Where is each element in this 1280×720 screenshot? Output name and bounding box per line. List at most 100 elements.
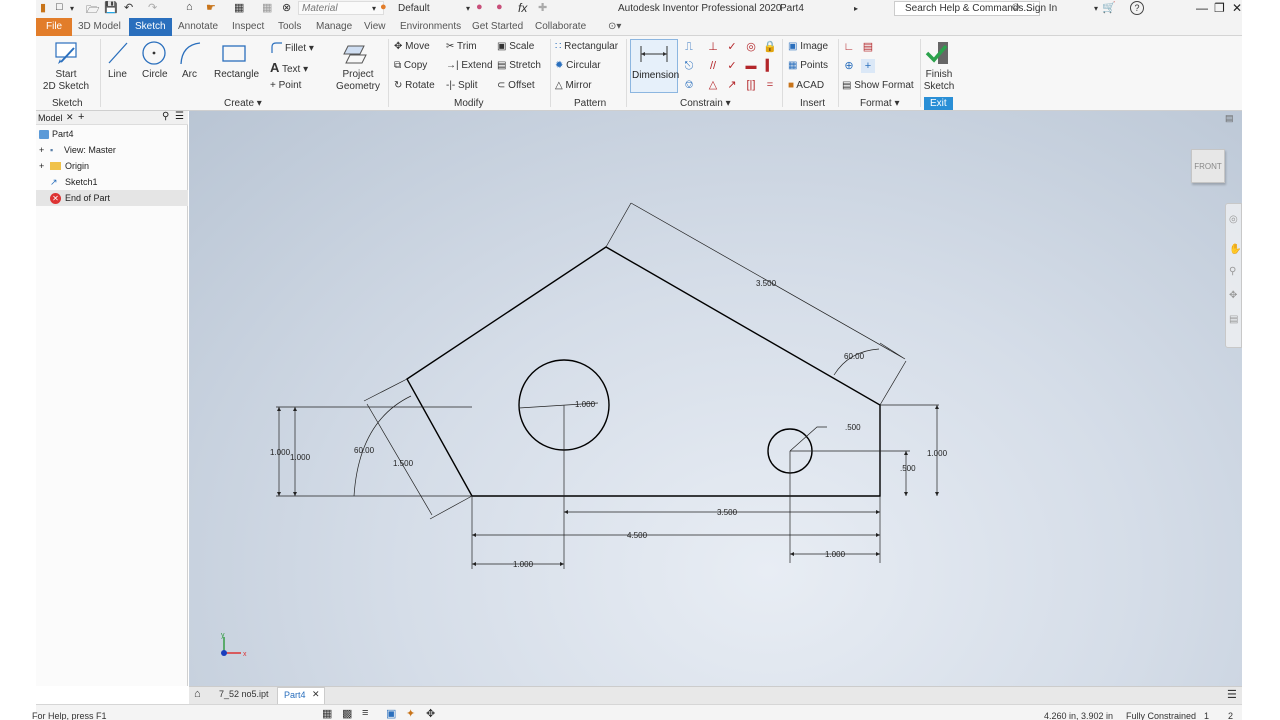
rectangle-button[interactable]: Rectangle bbox=[214, 69, 259, 80]
offset-button[interactable]: ⊂ Offset bbox=[497, 80, 535, 91]
redo-icon[interactable]: ↷ bbox=[148, 1, 157, 14]
start-2d-sketch-icon[interactable] bbox=[52, 40, 80, 66]
tab-menu-icon[interactable]: ☰ bbox=[1227, 688, 1237, 701]
centerline-icon[interactable]: ▤ bbox=[861, 40, 875, 54]
fillet-button[interactable]: Fillet ▾ bbox=[270, 41, 314, 54]
tab-file[interactable]: File bbox=[36, 18, 73, 36]
close-icon[interactable]: ✕ bbox=[1232, 1, 1242, 15]
start-2d-sketch-button[interactable]: 2D Sketch bbox=[40, 81, 92, 92]
parallel-icon[interactable]: // bbox=[706, 59, 720, 73]
help-icon[interactable]: ? bbox=[1130, 1, 1144, 15]
tab-manage[interactable]: Manage bbox=[316, 21, 352, 32]
tab-annotate[interactable]: Annotate bbox=[178, 21, 218, 32]
appearance-chevron-down-icon[interactable]: ▾ bbox=[466, 4, 470, 13]
symmetric-icon[interactable]: [|] bbox=[744, 78, 758, 92]
tab-get-started[interactable]: Get Started bbox=[472, 21, 523, 32]
update-icon[interactable]: ▦ bbox=[262, 1, 272, 14]
show-constraints-icon[interactable]: ⎋ bbox=[682, 59, 696, 73]
tab-collaborate[interactable]: Collaborate bbox=[535, 21, 586, 32]
finish-label[interactable]: Finish bbox=[920, 69, 958, 80]
trim-button[interactable]: ✂ Trim bbox=[446, 41, 477, 52]
doc-tab-part4[interactable]: Part4 bbox=[284, 690, 306, 700]
tab-tools[interactable]: Tools bbox=[278, 21, 301, 32]
material-icon[interactable]: ⊗ bbox=[282, 1, 291, 14]
create-group-label[interactable]: Create ▾ bbox=[224, 98, 262, 109]
text-button[interactable]: A Text ▾ bbox=[270, 60, 308, 75]
material-chevron-down-icon[interactable]: ▾ bbox=[372, 4, 376, 13]
graphics-window[interactable]: ▤ FRONT ◎ ✋ ⚲ ✥ ▤ 3.500 60.00 1.000 .500… bbox=[189, 111, 1242, 686]
constraint-settings-icon[interactable]: ⎊ bbox=[682, 78, 696, 92]
appearance-ball-icon[interactable]: ● bbox=[380, 1, 387, 13]
driven-dimension-icon[interactable]: + bbox=[861, 59, 875, 73]
move-button[interactable]: ✥ Move bbox=[394, 41, 430, 52]
home-icon[interactable]: ⌂ bbox=[186, 1, 193, 13]
tab-view[interactable]: View bbox=[364, 21, 386, 32]
auto-dimension-icon[interactable]: ⎍ bbox=[682, 40, 696, 54]
finish-sketch-icon[interactable] bbox=[924, 40, 952, 66]
tab-sketch[interactable]: Sketch bbox=[129, 18, 172, 36]
acad-button[interactable]: ■ ACAD bbox=[788, 80, 824, 91]
split-button[interactable]: -|- Split bbox=[446, 80, 478, 91]
appearance-dropdown[interactable]: Default bbox=[398, 3, 430, 14]
center-point-icon[interactable]: ⊕ bbox=[842, 59, 856, 73]
image-button[interactable]: ▣ Image bbox=[788, 41, 828, 52]
constrain-group-label[interactable]: Constrain ▾ bbox=[680, 98, 731, 109]
sketch-profile[interactable] bbox=[406, 246, 881, 497]
sign-in-link[interactable]: Sign In bbox=[1026, 3, 1057, 14]
sketch-options-icon[interactable]: ▣ bbox=[386, 707, 396, 720]
collinear-icon[interactable]: ↗ bbox=[725, 78, 739, 92]
parameters-fx-icon[interactable]: fx bbox=[518, 1, 527, 15]
scale-button[interactable]: ▣ Scale bbox=[497, 41, 534, 52]
save-icon[interactable]: 💾 bbox=[104, 1, 118, 14]
equal-icon[interactable]: = bbox=[763, 78, 777, 92]
close-tab-icon[interactable]: ✕ bbox=[312, 689, 320, 700]
rectangle-icon[interactable] bbox=[220, 40, 248, 66]
coincident-icon[interactable]: ✓ bbox=[725, 59, 739, 73]
relax-mode-icon[interactable]: ✥ bbox=[426, 707, 435, 720]
search-expand-icon[interactable]: ▸ bbox=[854, 4, 858, 13]
tab-3d-model[interactable]: 3D Model bbox=[78, 21, 121, 32]
tab-options-icon[interactable]: ⊙▾ bbox=[608, 21, 621, 32]
circle-button[interactable]: Circle bbox=[142, 69, 168, 80]
start-label[interactable]: Start bbox=[40, 69, 92, 80]
new-file-icon[interactable]: □ bbox=[56, 1, 63, 13]
doc-tab-part4-container[interactable]: Part4 ✕ bbox=[277, 687, 325, 704]
copy-button[interactable]: ⧉ Copy bbox=[394, 60, 427, 71]
rectangular-pattern-button[interactable]: ∷ Rectangular bbox=[555, 41, 618, 52]
show-format-button[interactable]: ▤ Show Format bbox=[842, 80, 914, 91]
search-icon[interactable]: ⚲ bbox=[162, 111, 169, 122]
expand-icon[interactable]: + bbox=[39, 142, 44, 158]
tree-item-origin[interactable]: + Origin bbox=[36, 158, 188, 174]
project-geometry-icon[interactable] bbox=[342, 40, 370, 66]
fix-lock-icon[interactable]: 🔒 bbox=[763, 40, 777, 54]
circular-pattern-button[interactable]: ✹ Circular bbox=[555, 60, 601, 71]
tab-environments[interactable]: Environments bbox=[400, 21, 461, 32]
expand-icon[interactable]: + bbox=[39, 158, 44, 174]
home-icon[interactable]: ⌂ bbox=[194, 688, 201, 700]
menu-icon[interactable]: ☰ bbox=[175, 111, 184, 122]
extend-button[interactable]: →| Extend bbox=[446, 60, 493, 71]
arc-icon[interactable] bbox=[176, 40, 204, 66]
concentric-icon[interactable]: ◎ bbox=[744, 40, 758, 54]
tab-inspect[interactable]: Inspect bbox=[232, 21, 264, 32]
account-chevron-down-icon[interactable]: ▾ bbox=[1094, 4, 1098, 13]
return-icon[interactable]: ☛ bbox=[206, 1, 216, 14]
constraint-inference-icon[interactable]: ≡ bbox=[362, 707, 368, 719]
dimension-button[interactable]: Dimension bbox=[630, 39, 679, 93]
rotate-button[interactable]: ↻ Rotate bbox=[394, 80, 435, 91]
project-geometry-button[interactable]: Geometry bbox=[330, 81, 386, 92]
minimize-icon[interactable]: — bbox=[1196, 1, 1208, 15]
show-dof-icon[interactable]: ✦ bbox=[406, 707, 415, 720]
project-label[interactable]: Project bbox=[330, 69, 386, 80]
store-cart-icon[interactable]: 🛒 bbox=[1102, 1, 1116, 14]
user-icon[interactable]: ☺ bbox=[1010, 1, 1021, 13]
perpendicular-icon[interactable]: ⊥ bbox=[706, 40, 720, 54]
tree-item-end-of-part[interactable]: ✕ End of Part bbox=[36, 190, 188, 206]
point-button[interactable]: + Point bbox=[270, 80, 301, 91]
line-icon[interactable] bbox=[104, 40, 132, 66]
snap-icon[interactable]: ▩ bbox=[342, 707, 352, 720]
finish-sketch-button[interactable]: Sketch bbox=[920, 81, 958, 92]
restore-icon[interactable]: ❐ bbox=[1214, 1, 1225, 15]
construction-icon[interactable]: ∟ bbox=[842, 40, 856, 54]
tree-item-part4[interactable]: Part4 bbox=[36, 126, 188, 142]
